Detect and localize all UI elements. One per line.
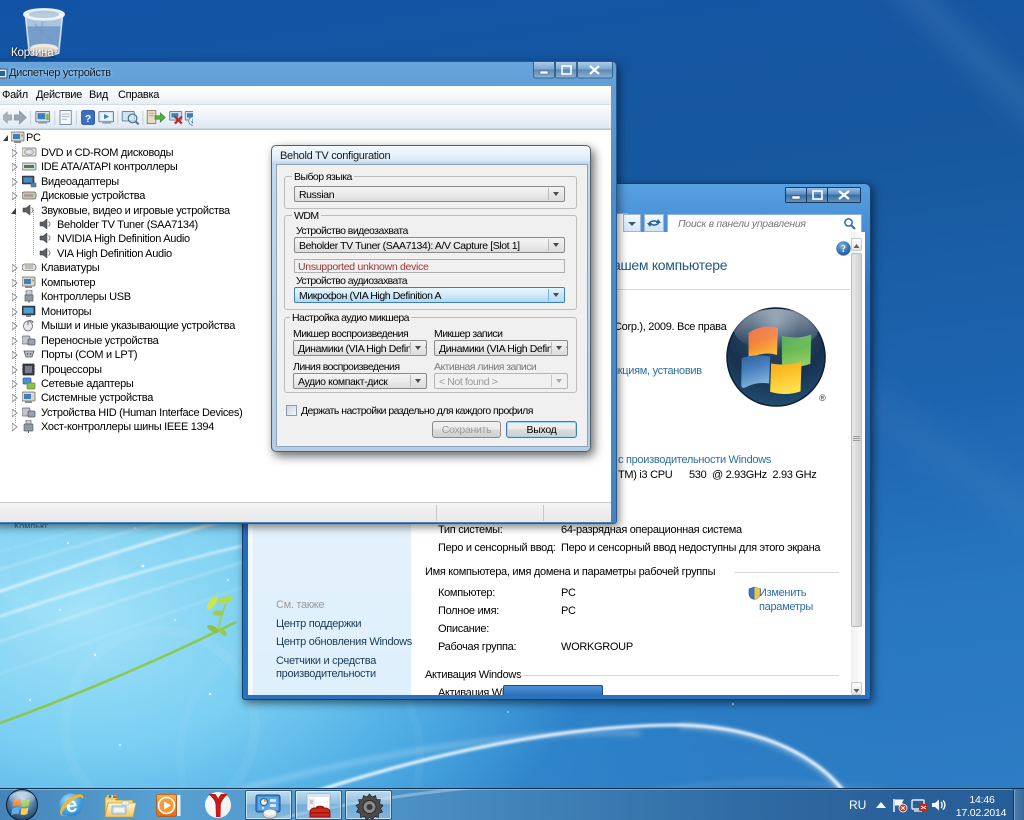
- svg-text:?: ?: [85, 114, 91, 125]
- svg-text:?: ?: [841, 244, 846, 255]
- svg-text:®: ®: [819, 393, 826, 403]
